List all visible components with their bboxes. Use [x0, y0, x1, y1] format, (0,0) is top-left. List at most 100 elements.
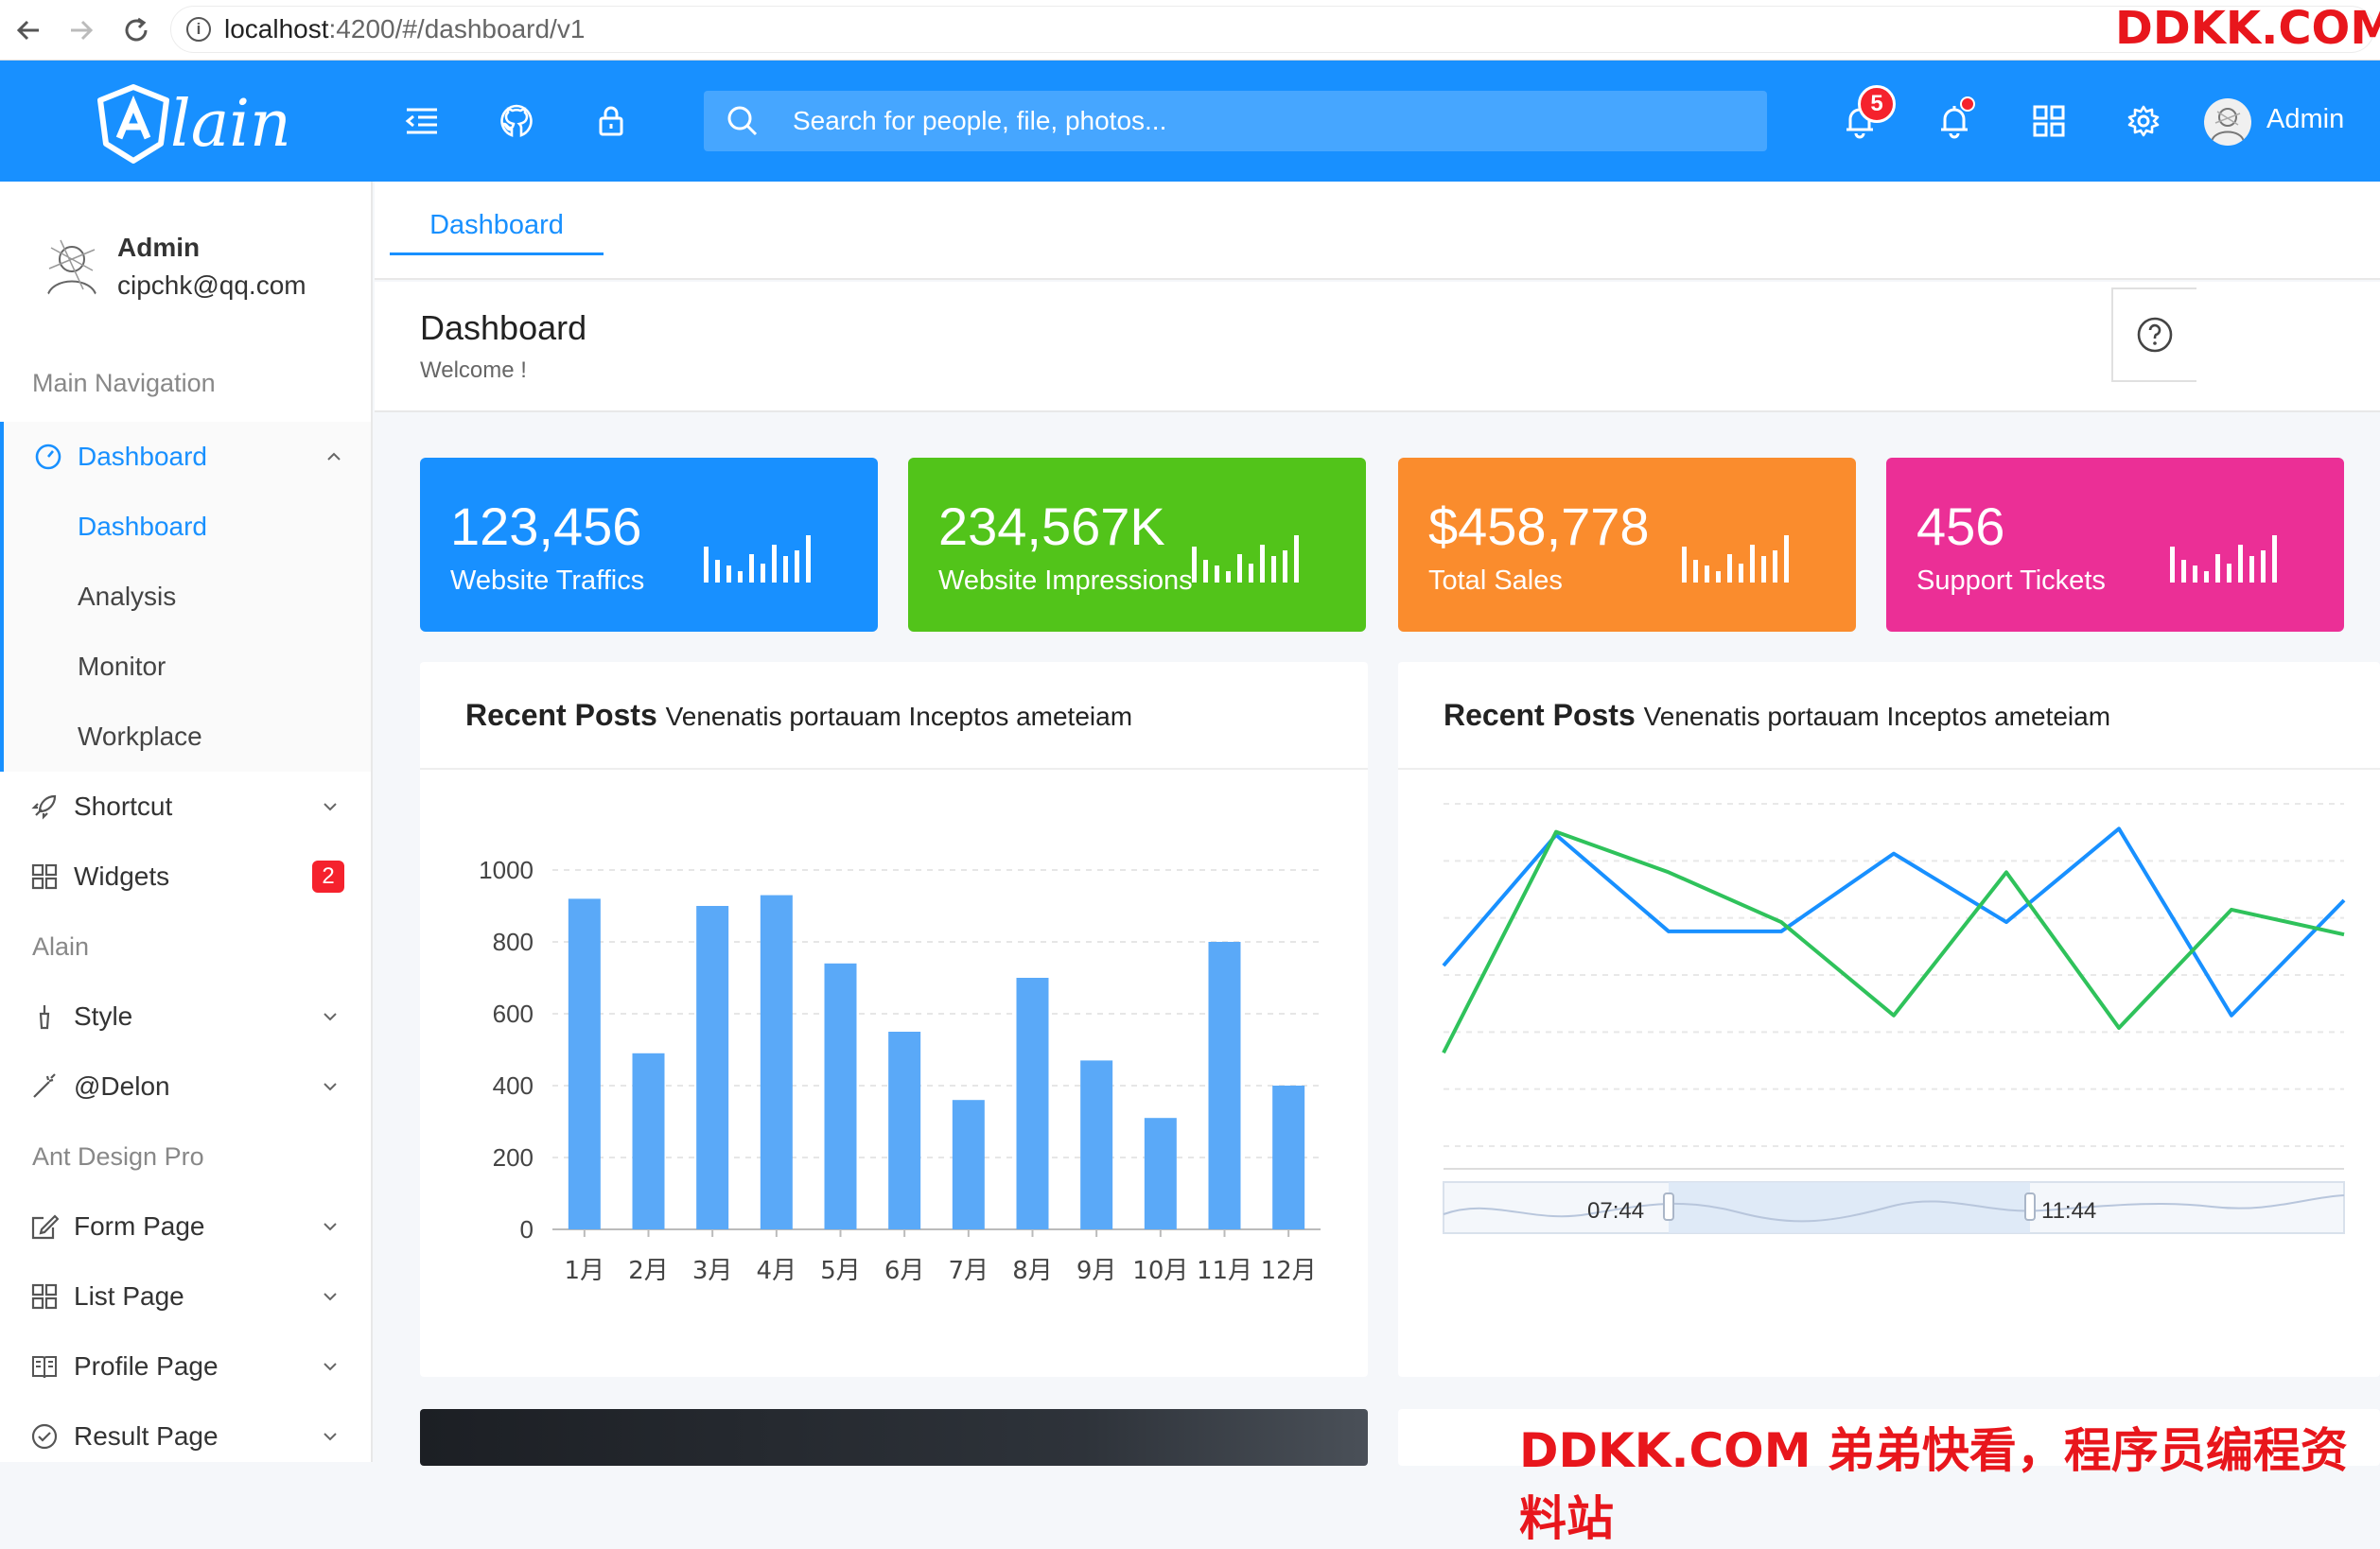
page-title: Dashboard	[420, 308, 587, 347]
sparkline-bar	[726, 566, 731, 583]
sparkline-bar	[1705, 566, 1709, 583]
dashboard-icon	[35, 444, 61, 470]
sidebar-item-form-page[interactable]: Form Page	[0, 1192, 371, 1262]
y-tick-label: 1000	[479, 856, 534, 884]
sidebar-item-list-page[interactable]: List Page	[0, 1262, 371, 1331]
sidebar-item-delon[interactable]: @Delon	[0, 1052, 371, 1122]
sidebar-subitem-dashboard[interactable]: Dashboard	[0, 492, 371, 562]
sidebar-item-shortcut[interactable]: Shortcut	[0, 772, 371, 842]
lock-icon[interactable]	[590, 100, 632, 142]
stat-label: Website Traffics	[450, 566, 645, 596]
sidebar-avatar[interactable]	[36, 231, 108, 303]
sparkline-bar	[1271, 556, 1276, 583]
apps-grid-icon[interactable]	[2028, 100, 2070, 142]
sparkline-bar	[806, 535, 811, 583]
bar	[1272, 1086, 1305, 1229]
sidebar-item-label: Style	[74, 1001, 133, 1031]
chevron-down-icon	[324, 1013, 337, 1021]
sparkline-bar	[2249, 556, 2254, 583]
header-avatar[interactable]	[2204, 98, 2251, 146]
bar-chart: 0 200 400 600 800 1000 1月 2月 3月 4月 5月 6月 7月 8月 9月 10月 11…	[479, 856, 1321, 1285]
panel-header: Recent Posts Venenatis portauam Inceptos…	[420, 662, 1368, 770]
range-slider-selection	[1669, 1182, 2030, 1233]
bar	[760, 895, 793, 1229]
bar	[952, 1100, 985, 1229]
sparkline-bars	[1192, 535, 1299, 583]
sidebar-item-label: List Page	[74, 1281, 184, 1311]
bottom-image-panel	[420, 1409, 1368, 1466]
chevron-down-icon	[324, 1293, 337, 1301]
y-tick-label: 200	[493, 1143, 534, 1172]
sparkline-bars	[704, 535, 811, 583]
browser-toolbar: i localhost:4200/#/dashboard/v1 DDKK.COM	[0, 0, 2380, 61]
recent-posts-panel-bar: Recent Posts Venenatis portauam Inceptos…	[420, 662, 1368, 1377]
sidebar-subitem-workplace[interactable]: Workplace	[0, 702, 371, 772]
sparkline-bar	[738, 571, 743, 583]
forward-icon[interactable]	[62, 11, 100, 49]
group-alain: Alain	[32, 932, 90, 961]
sparkline-bar	[772, 545, 777, 583]
stat-card-traffics[interactable]: 123,456 Website Traffics	[420, 458, 878, 632]
x-tick-label: 1月	[565, 1257, 605, 1285]
menu-fold-icon[interactable]	[401, 100, 443, 142]
y-tick-label: 600	[493, 1000, 534, 1028]
recent-posts-panel-line: Recent Posts Venenatis portauam Inceptos…	[1398, 662, 2380, 1377]
site-info-icon[interactable]: i	[186, 17, 211, 42]
chevron-down-icon	[324, 1433, 337, 1441]
panel-title-main: Recent Posts	[1444, 698, 1636, 732]
group-ant-design-pro: Ant Design Pro	[32, 1142, 204, 1171]
sparkline-bar	[1682, 547, 1687, 583]
sidebar-item-profile-page[interactable]: Profile Page	[0, 1331, 371, 1401]
page-header: Dashboard Welcome !	[375, 282, 2380, 412]
sparkline-bar	[1237, 554, 1242, 583]
sidebar-item-label: Widgets	[74, 862, 170, 891]
x-tick-label: 5月	[820, 1257, 861, 1285]
sidebar-subitem-monitor[interactable]: Monitor	[0, 632, 371, 702]
sidebar-item-label: Dashboard	[78, 512, 207, 541]
brand-logo[interactable]	[91, 81, 176, 171]
form-edit-icon	[31, 1214, 59, 1240]
search-input[interactable]	[793, 106, 1644, 136]
address-bar[interactable]: i localhost:4200/#/dashboard/v1	[170, 6, 2374, 53]
help-button[interactable]	[2111, 287, 2196, 382]
sidebar-item-result-page[interactable]: Result Page	[0, 1401, 371, 1471]
panel-title: Recent Posts Venenatis portauam Inceptos…	[1444, 698, 2110, 733]
back-icon[interactable]	[9, 11, 47, 49]
stat-card-impressions[interactable]: 234,567K Website Impressions	[908, 458, 1366, 632]
sidebar-item-widgets[interactable]: Widgets 2	[0, 842, 371, 912]
stat-label: Total Sales	[1428, 566, 1563, 596]
search-bar[interactable]	[704, 91, 1767, 151]
sidebar-item-label: Monitor	[78, 652, 166, 681]
brand-name: lain	[170, 87, 291, 162]
reload-icon[interactable]	[117, 11, 155, 49]
sidebar-item-style[interactable]: Style	[0, 982, 371, 1052]
sparkline-bar	[1727, 554, 1732, 583]
x-tick-label: 3月	[692, 1257, 733, 1285]
sparkline-bar	[1784, 535, 1789, 583]
sidebar-item-dashboard[interactable]: Dashboard	[0, 422, 371, 492]
stat-card-tickets[interactable]: 456 Support Tickets	[1886, 458, 2344, 632]
header-user-name[interactable]: Admin	[2266, 104, 2344, 135]
sidebar-item-label: Shortcut	[74, 792, 173, 821]
question-circle-icon	[2137, 317, 2173, 353]
sparkline-bar	[704, 547, 709, 583]
stat-label: Support Tickets	[1916, 566, 2106, 596]
sidebar-item-label: Result Page	[74, 1421, 219, 1451]
settings-gear-icon[interactable]	[2123, 100, 2164, 142]
sparkline-bars	[1682, 535, 1789, 583]
sparkline-bar	[1739, 564, 1743, 583]
github-icon[interactable]	[496, 100, 537, 142]
tab-dashboard[interactable]: Dashboard	[390, 210, 604, 255]
check-circle-icon	[31, 1423, 58, 1450]
sidebar-subitem-analysis[interactable]: Analysis	[0, 562, 371, 632]
stat-value: $458,778	[1428, 496, 1650, 556]
sparkline-bar	[1283, 550, 1287, 583]
sidebar-item-label: Form Page	[74, 1211, 205, 1241]
x-tick-label: 12月	[1261, 1257, 1317, 1285]
sidebar-user-email: cipchk@qq.com	[117, 270, 306, 300]
sparkline-bar	[2272, 535, 2277, 583]
profile-book-icon	[32, 1356, 57, 1379]
stat-card-sales[interactable]: $458,778 Total Sales	[1398, 458, 1856, 632]
group-main-navigation: Main Navigation	[32, 369, 216, 397]
x-tick-label: 11月	[1197, 1257, 1252, 1285]
